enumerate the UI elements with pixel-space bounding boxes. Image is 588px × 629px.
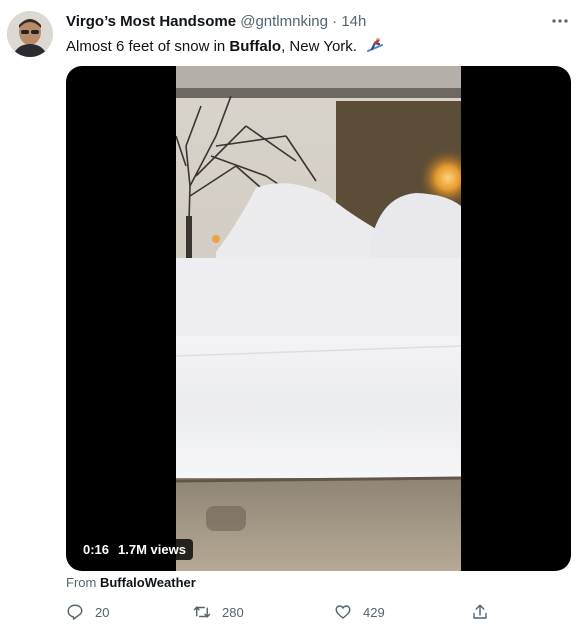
author-handle[interactable]: @gntlmnking (240, 13, 328, 30)
tweet-text-after: , New York. (281, 38, 357, 55)
heart-icon (335, 605, 351, 619)
tweet-header: Virgo’s Most Handsome @gntlmnking · 14h (66, 12, 568, 32)
avatar[interactable] (7, 11, 53, 57)
tweet-text-bold: Buffalo (229, 38, 282, 55)
video-overlay: 0:16 1.7M views (76, 539, 193, 560)
video-duration: 0:16 (83, 542, 110, 557)
more-horizontal-icon (552, 19, 568, 23)
like-button[interactable]: 429 (334, 603, 385, 621)
tweet-text: Almost 6 feet of snow in Buffalo, New Yo… (66, 36, 384, 57)
share-icon (473, 604, 487, 619)
share-button[interactable] (471, 603, 489, 621)
avatar-image (7, 11, 53, 57)
author-name[interactable]: Virgo’s Most Handsome (66, 13, 236, 30)
attribution-prefix: From (66, 575, 97, 590)
tweet-text-before: Almost 6 feet of snow in (66, 38, 230, 55)
separator-dot: · (332, 13, 338, 30)
attribution-source[interactable]: BuffaloWeather (100, 575, 196, 590)
reply-icon (67, 604, 83, 620)
more-options-button[interactable] (546, 10, 574, 32)
video-frame (176, 66, 461, 571)
retweet-icon (193, 606, 211, 618)
reply-count: 20 (95, 604, 110, 620)
media-attribution: From BuffaloWeather (66, 575, 196, 591)
tweet-actions: 20 280 429 (66, 603, 496, 623)
video-views: 1.7M views (118, 542, 186, 557)
video-player[interactable]: 0:16 1.7M views (66, 66, 571, 571)
retweet-button[interactable]: 280 (193, 603, 244, 621)
retweet-count: 280 (222, 604, 244, 620)
like-count: 429 (363, 604, 385, 620)
tweet-time[interactable]: 14h (341, 13, 366, 30)
skier-emoji-icon (367, 38, 384, 52)
reply-button[interactable]: 20 (66, 603, 109, 621)
